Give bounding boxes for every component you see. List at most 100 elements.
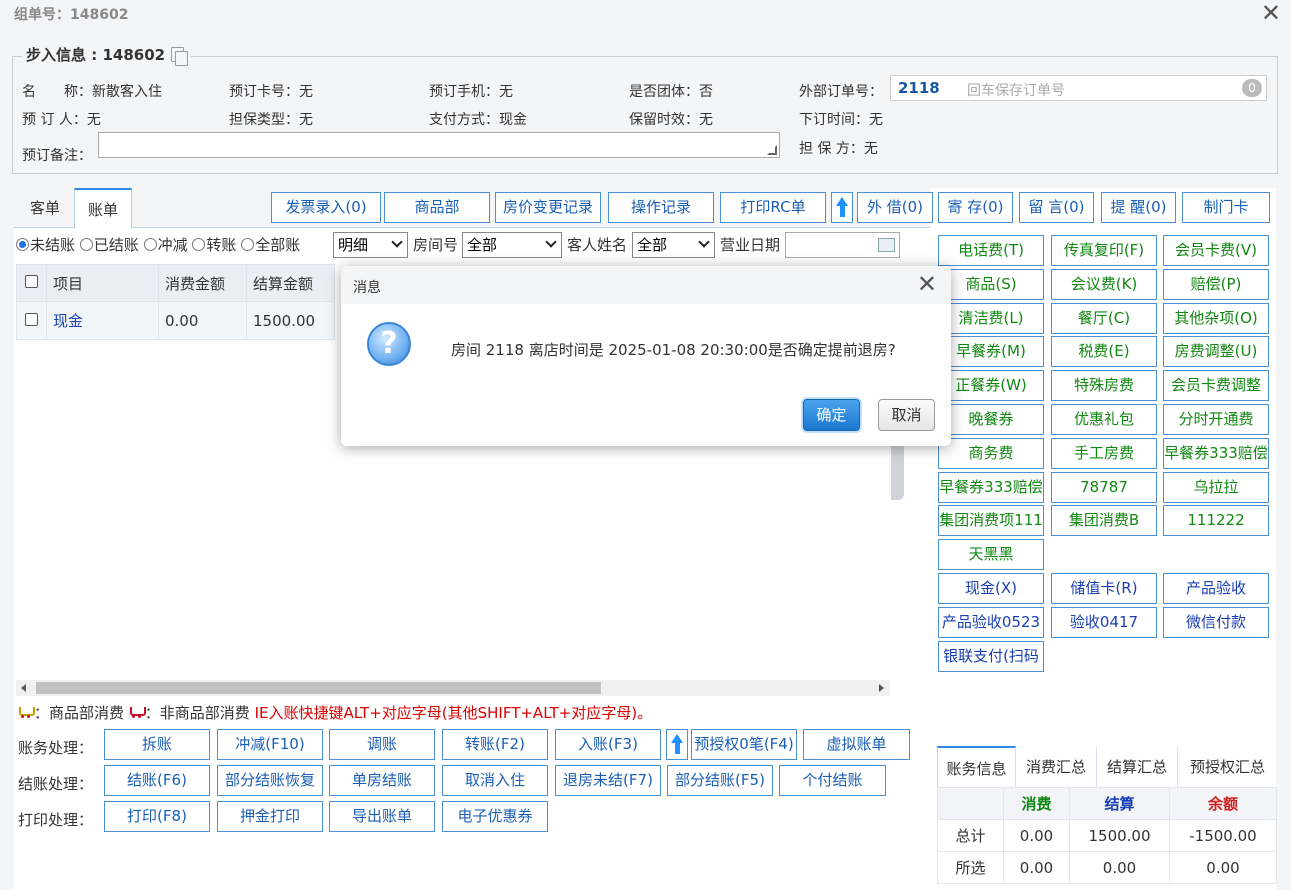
acc-op-button-2[interactable]: 调账 [329,729,435,760]
radio-transfer[interactable]: 转账 [192,236,236,254]
arrow-up-icon[interactable] [666,729,688,760]
cancel-button[interactable]: 取消 [878,399,935,431]
row-checkbox[interactable] [16,301,47,340]
window-close-icon[interactable]: ✕ [1261,0,1281,26]
payment-button-1-1[interactable]: 验收0417 [1051,607,1157,638]
horizontal-scrollbar[interactable] [16,680,890,696]
charge-button-8-2[interactable]: 111222 [1163,505,1269,536]
tab-guest[interactable]: 客单 [16,188,74,229]
charge-button-9-0[interactable]: 天黑黑 [938,539,1044,570]
scroll-thumb[interactable] [36,682,601,694]
payment-button-0-1[interactable]: 储值卡(R) [1051,573,1157,604]
charge-button-4-2[interactable]: 会员卡费调整 [1163,370,1269,401]
goods-dept-button[interactable]: 商品部 [384,192,490,223]
col-settle[interactable]: 结算金额 [246,264,335,302]
reminder-button[interactable]: 提 醒(0) [1101,192,1176,223]
acc-op-button-6[interactable]: 虚拟账单 [803,729,910,760]
detail-select[interactable]: 明细 [333,232,408,258]
scroll-right-icon[interactable] [879,684,884,692]
acc-op-button-1[interactable]: 冲减(F10) [217,729,323,760]
settle-op-button-5[interactable]: 部分结账(F5) [667,765,773,796]
charge-button-6-0[interactable]: 商务费 [938,438,1044,469]
ext-order-input[interactable]: 2118 回车保存订单号 0 [890,75,1267,101]
charge-button-4-1[interactable]: 特殊房费 [1051,370,1157,401]
settle-op-button-2[interactable]: 单房结账 [329,765,435,796]
settle-op-button-1[interactable]: 部分结账恢复 [217,765,323,796]
charge-button-0-0[interactable]: 电话费(T) [938,235,1044,266]
charge-button-1-2[interactable]: 赔偿(P) [1163,269,1269,300]
tab-consume-summary[interactable]: 消费汇总 [1016,746,1097,788]
settle-op-button-4[interactable]: 退房未结(F7) [555,765,661,796]
charge-button-4-0[interactable]: 正餐券(W) [938,370,1044,401]
payment-button-1-2[interactable]: 微信付款 [1163,607,1269,638]
acc-op-button-0[interactable]: 拆账 [104,729,210,760]
guest-select[interactable]: 全部 [632,232,715,258]
charge-button-1-0[interactable]: 商品(S) [938,269,1044,300]
settle-op-button-3[interactable]: 取消入住 [442,765,548,796]
message-button[interactable]: 留 言(0) [1019,192,1094,223]
side-collapse-handle[interactable] [891,440,904,500]
payment-button-2-0[interactable]: 银联支付(扫码 [938,641,1044,672]
resize-grip-icon[interactable] [767,145,777,155]
tab-bill[interactable]: 账单 [74,188,132,229]
charge-button-0-1[interactable]: 传真复印(F) [1051,235,1157,266]
dialog-close-icon[interactable]: ✕ [917,271,937,297]
col-item[interactable]: 项目 [46,264,159,302]
print-op-button-0[interactable]: 打印(F8) [104,801,210,832]
payment-button-1-0[interactable]: 产品验收0523 [938,607,1044,638]
payment-button-0-0[interactable]: 现金(X) [938,573,1044,604]
charge-button-7-2[interactable]: 乌拉拉 [1163,472,1269,503]
charge-button-3-2[interactable]: 房费调整(U) [1163,336,1269,367]
tab-account-info[interactable]: 账务信息 [937,746,1016,788]
charge-button-5-2[interactable]: 分时开通费 [1163,404,1269,435]
acc-op-button-4[interactable]: 入账(F3) [555,729,661,760]
charge-button-6-1[interactable]: 手工房费 [1051,438,1157,469]
arrow-up-icon[interactable] [831,192,853,223]
charge-button-5-1[interactable]: 优惠礼包 [1051,404,1157,435]
charge-button-8-1[interactable]: 集团消费B [1051,505,1157,536]
tab-settle-summary[interactable]: 结算汇总 [1097,746,1178,788]
radio-offset[interactable]: 冲减 [143,236,188,254]
print-op-button-2[interactable]: 导出账单 [329,801,435,832]
business-date-input[interactable] [785,232,900,258]
charge-button-5-0[interactable]: 晚餐券 [938,404,1044,435]
operation-log-button[interactable]: 操作记录 [608,192,714,223]
radio-unsettled[interactable]: 未结账 [16,236,75,254]
charge-button-2-2[interactable]: 其他杂项(O) [1163,303,1269,334]
calendar-icon[interactable] [878,238,895,252]
rate-change-button[interactable]: 房价变更记录 [495,192,601,223]
make-card-button[interactable]: 制门卡 [1182,192,1270,223]
print-op-button-3[interactable]: 电子优惠券 [442,801,548,832]
col-consume[interactable]: 消费金额 [158,264,247,302]
charge-button-6-2[interactable]: 早餐券333赔偿 [1163,438,1269,469]
charge-button-3-0[interactable]: 早餐券(M) [938,336,1044,367]
charge-button-3-1[interactable]: 税费(E) [1051,336,1157,367]
table-row[interactable]: 现金 0.00 1500.00 [16,301,335,340]
print-rc-button[interactable]: 打印RC单 [720,192,826,223]
acc-op-button-5[interactable]: 预授权0笔(F4) [691,729,797,760]
charge-button-2-1[interactable]: 餐厅(C) [1051,303,1157,334]
borrow-button[interactable]: 外 借(0) [857,192,933,223]
copy-icon[interactable] [171,46,189,66]
radio-settled[interactable]: 已结账 [79,236,139,254]
charge-button-2-0[interactable]: 清洁费(L) [938,303,1044,334]
radio-all[interactable]: 全部账 [241,236,300,254]
print-op-button-1[interactable]: 押金打印 [217,801,323,832]
remark-textarea[interactable] [98,132,780,158]
confirm-button[interactable]: 确定 [803,399,860,431]
payment-button-0-2[interactable]: 产品验收 [1163,573,1269,604]
settle-op-button-6[interactable]: 个付结账 [779,765,886,796]
tab-preauth-summary[interactable]: 预授权汇总 [1178,746,1277,788]
charge-button-7-1[interactable]: 78787 [1051,472,1157,503]
room-select[interactable]: 全部 [462,232,562,258]
charge-button-0-2[interactable]: 会员卡费(V) [1163,235,1269,266]
select-all-checkbox[interactable] [16,264,47,302]
deposit-button[interactable]: 寄 存(0) [938,192,1013,223]
charge-button-8-0[interactable]: 集团消费项111 [938,505,1044,536]
settle-op-button-0[interactable]: 结账(F6) [104,765,210,796]
invoice-button[interactable]: 发票录入(0) [271,192,381,223]
acc-op-button-3[interactable]: 转账(F2) [442,729,548,760]
scroll-left-icon[interactable] [21,684,26,692]
charge-button-1-1[interactable]: 会议费(K) [1051,269,1157,300]
charge-button-7-0[interactable]: 早餐券333赔偿 [938,472,1044,503]
